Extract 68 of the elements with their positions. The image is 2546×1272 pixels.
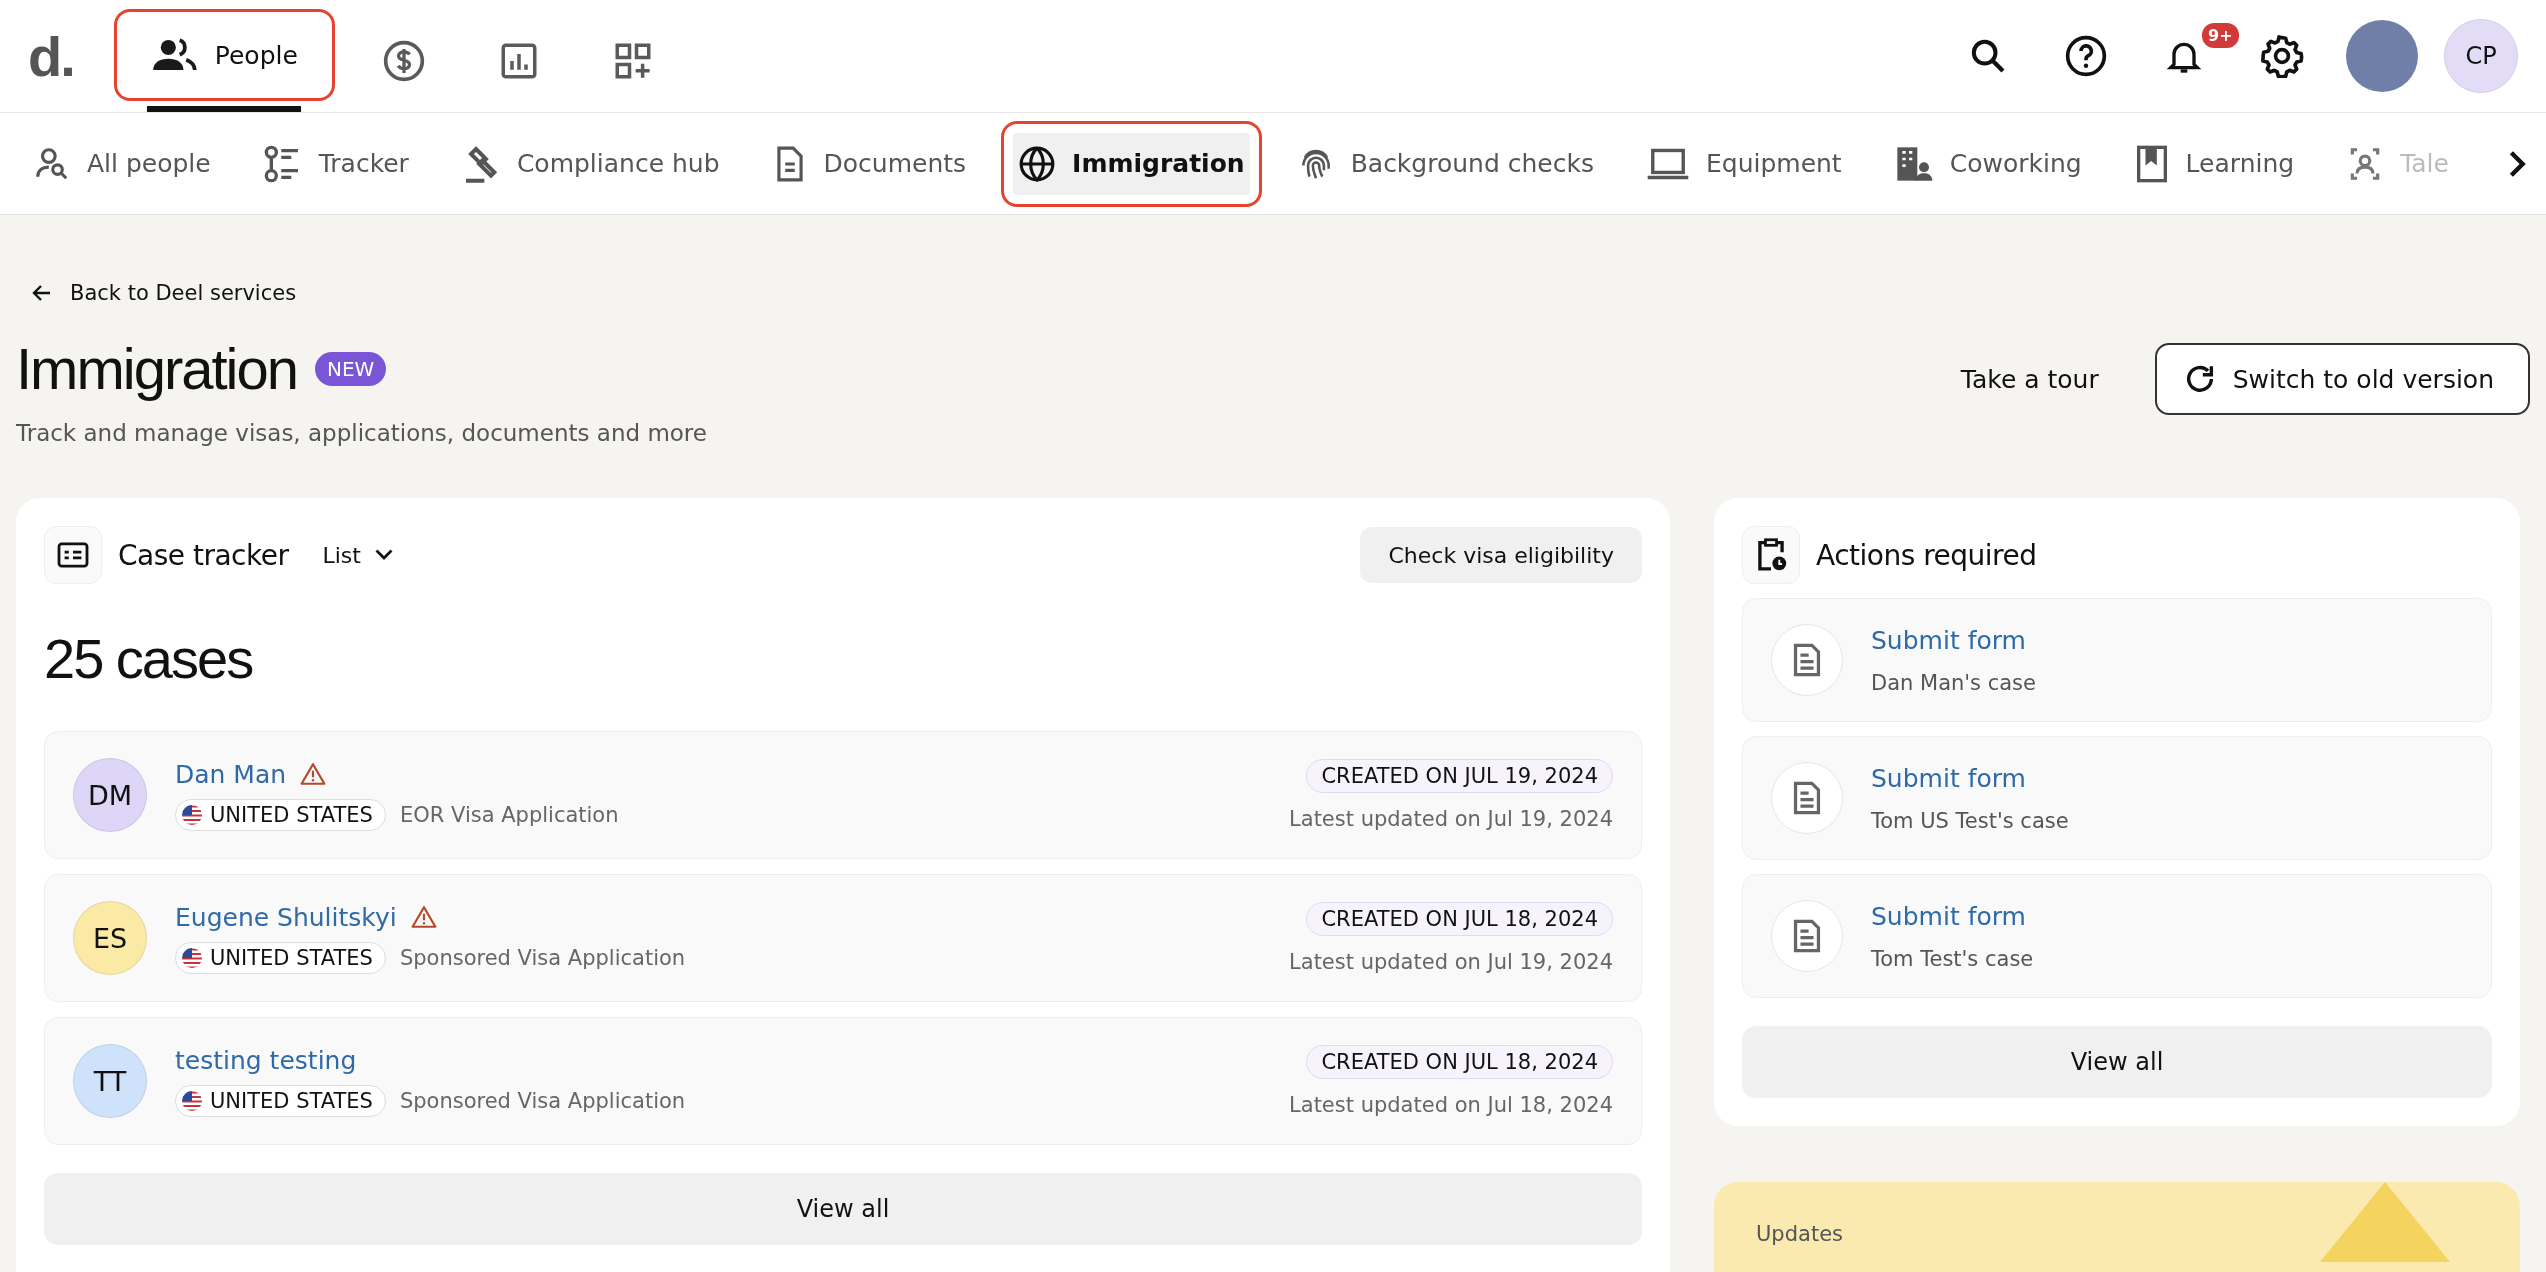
updates-label: Updates [1756,1222,1843,1246]
application-type: Sponsored Visa Application [399,945,686,970]
people-nav-item[interactable]: People [113,9,335,101]
application-type: Sponsored Visa Application [399,1088,686,1113]
card-title: Case tracker [118,538,289,572]
case-name-link[interactable]: Eugene Shulitskyi [175,902,397,932]
check-visa-eligibility-button[interactable]: Check visa eligibility [1360,527,1642,583]
tab[interactable]: Compliance hub [443,120,737,207]
last-updated-text: Latest updated on Jul 19, 2024 [1289,807,1613,831]
help-icon[interactable] [2064,34,2108,78]
submit-form-link[interactable]: Submit form [1871,625,2036,655]
last-updated-text: Latest updated on Jul 19, 2024 [1289,950,1613,974]
action-item[interactable]: Submit form Dan Man's case [1742,598,2492,722]
page-title: Immigration [16,335,297,402]
case-row[interactable]: TT testing testing UNITED STATES Sponsored Visa Application CREATED ON JUL 18, 2024 Latest updated on Jul 18, 2024 [44,1017,1642,1145]
country-tag: UNITED STATES [175,941,386,974]
card-title: Actions required [1816,538,2037,572]
settings-icon[interactable] [2260,34,2304,78]
tab[interactable]: Tracker [245,120,426,207]
action-item[interactable]: Submit form Tom Test's case [1742,874,2492,998]
initials-avatar: DM [73,758,147,832]
switch-version-button[interactable]: Switch to old version [2154,343,2530,415]
take-a-tour-link[interactable]: Take a tour [1960,364,2099,394]
last-updated-text: Latest updated on Jul 18, 2024 [1289,1093,1613,1117]
tab[interactable]: Background checks [1279,120,1611,207]
chevron-down-icon [374,549,393,561]
dollar-icon [381,38,426,83]
tab[interactable]: Immigration [1001,120,1262,207]
page-subtitle: Track and manage visas, applications, documents and more [16,420,707,446]
created-date-tag: CREATED ON JUL 18, 2024 [1306,902,1613,936]
case-name-link[interactable]: testing testing [175,1045,357,1075]
created-date-tag: CREATED ON JUL 18, 2024 [1306,1045,1613,1079]
view-all-button[interactable]: View all [44,1173,1642,1245]
case-label: Dan Man's case [1871,670,2036,695]
globe-icon [1018,144,1057,183]
application-type: EOR Visa Application [399,802,619,827]
flag-icon [182,947,202,968]
flag-icon [182,804,202,825]
logo[interactable]: d. [28,23,74,89]
submit-form-link[interactable]: Submit form [1871,763,2069,793]
tab[interactable]: Learning [2116,120,2312,207]
tab[interactable]: Equipment [1628,120,1859,207]
initials-avatar: ES [73,901,147,975]
created-date-tag: CREATED ON JUL 19, 2024 [1306,759,1613,793]
notification-badge: 9+ [2200,21,2241,50]
initials-avatar: TT [73,1044,147,1118]
people-icon [150,38,197,72]
tab[interactable]: Coworking [1876,120,2099,207]
case-row[interactable]: ES Eugene Shulitskyi UNITED STATES Sponsored Visa Application CREATED ON JUL 18, 2024 Latest updated on Jul 19, 2024 [44,874,1642,1002]
user-avatar[interactable]: CP [2444,19,2518,93]
back-link[interactable]: Back to Deel services [70,281,297,305]
view-all-button[interactable]: View all [1742,1026,2492,1098]
case-row[interactable]: DM Dan Man UNITED STATES EOR Visa Application CREATED ON JUL 19, 2024 Latest updated on Jul 19, 2024 [44,731,1642,859]
view-dropdown[interactable]: List [316,541,399,569]
tab[interactable]: All people [16,120,228,207]
new-badge: NEW [315,351,387,386]
case-count: 25 cases [44,626,254,691]
id-card-icon [44,526,102,584]
action-item[interactable]: Submit form Tom US Test's case [1742,736,2492,860]
tab[interactable]: Documents [754,120,984,207]
country-tag: UNITED STATES [175,1084,386,1117]
flag-icon [182,1090,202,1111]
submit-form-link[interactable]: Submit form [1871,901,2034,931]
case-label: Tom US Test's case [1871,808,2069,833]
case-label: Tom Test's case [1871,946,2034,971]
case-name-link[interactable]: Dan Man [175,759,287,789]
country-tag: UNITED STATES [175,798,386,831]
clipboard-clock-icon [1742,526,1800,584]
